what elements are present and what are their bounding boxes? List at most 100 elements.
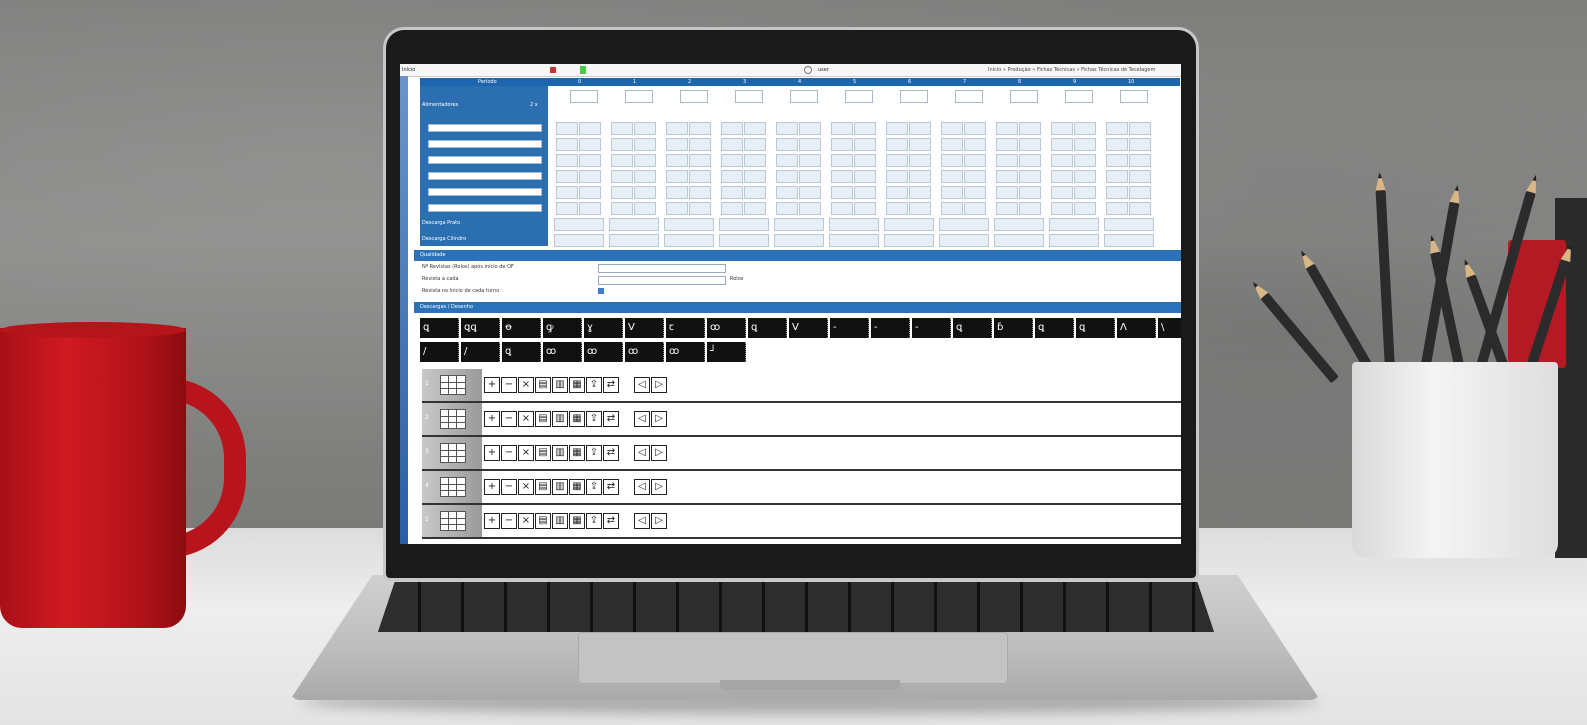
grid-cell[interactable] (689, 154, 711, 167)
row-action-button[interactable]: × (518, 377, 534, 393)
row-action-button[interactable]: ▤ (535, 411, 551, 427)
row-action-button[interactable]: ▤ (535, 377, 551, 393)
grid-cell[interactable] (996, 186, 1018, 199)
column-input[interactable] (1120, 90, 1148, 103)
pattern-symbol[interactable]: / (461, 342, 500, 362)
row-nav-button[interactable]: ◁ (634, 479, 650, 495)
column-input[interactable] (900, 90, 928, 103)
row-nav-button[interactable]: ▷ (651, 377, 667, 393)
table-icon[interactable] (440, 477, 466, 497)
grid-cell[interactable] (1019, 122, 1041, 135)
quality-input-2[interactable] (598, 276, 726, 285)
grid-cell[interactable] (721, 202, 743, 215)
row-action-button[interactable]: ▦ (569, 479, 585, 495)
app-title[interactable]: Início (402, 67, 415, 73)
row-nav-button[interactable]: ◁ (634, 513, 650, 529)
unload-cell[interactable] (1104, 218, 1154, 231)
grid-cell[interactable] (941, 170, 963, 183)
grid-cell[interactable] (744, 138, 766, 151)
unload-cell[interactable] (554, 218, 604, 231)
grid-cell[interactable] (799, 122, 821, 135)
pattern-symbol[interactable]: V (789, 318, 828, 338)
column-input[interactable] (625, 90, 653, 103)
column-input[interactable] (790, 90, 818, 103)
unload-cell[interactable] (1049, 234, 1099, 247)
grid-cell[interactable] (831, 186, 853, 199)
row-action-button[interactable]: ▥ (552, 513, 568, 529)
row-nav-button[interactable]: ▷ (651, 411, 667, 427)
user-name[interactable]: user (818, 67, 829, 73)
grid-cell[interactable] (1019, 154, 1041, 167)
row-action-button[interactable]: + (484, 377, 500, 393)
grid-cell[interactable] (579, 170, 601, 183)
table-icon[interactable] (440, 511, 466, 531)
pattern-symbol[interactable]: ꝗ (1076, 318, 1115, 338)
grid-cell[interactable] (666, 154, 688, 167)
grid-cell[interactable] (909, 170, 931, 183)
grid-cell[interactable] (996, 170, 1018, 183)
grid-cell[interactable] (579, 138, 601, 151)
grid-cell[interactable] (831, 154, 853, 167)
pattern-symbol[interactable]: ɓ (994, 318, 1033, 338)
row-action-button[interactable]: ▥ (552, 377, 568, 393)
grid-cell[interactable] (776, 122, 798, 135)
grid-cell[interactable] (1074, 170, 1096, 183)
grid-cell[interactable] (854, 154, 876, 167)
grid-cell[interactable] (909, 154, 931, 167)
grid-cell[interactable] (579, 122, 601, 135)
pattern-symbol[interactable]: \ (1158, 318, 1181, 338)
row-action-button[interactable]: ▤ (535, 479, 551, 495)
grid-cell[interactable] (689, 122, 711, 135)
unload-cell[interactable] (554, 234, 604, 247)
grid-cell[interactable] (964, 170, 986, 183)
row-action-button[interactable]: ▦ (569, 377, 585, 393)
row-action-button[interactable]: ▥ (552, 445, 568, 461)
grid-cell[interactable] (1074, 202, 1096, 215)
grid-cell[interactable] (1074, 186, 1096, 199)
quality-checkbox[interactable] (598, 288, 604, 294)
row-action-button[interactable]: + (484, 479, 500, 495)
grid-cell[interactable] (721, 138, 743, 151)
grid-cell[interactable] (634, 202, 656, 215)
unload-cell[interactable] (884, 218, 934, 231)
grid-cell[interactable] (689, 138, 711, 151)
row-nav-button[interactable]: ▷ (651, 513, 667, 529)
grid-cell[interactable] (941, 202, 963, 215)
row-action-button[interactable]: ▤ (535, 445, 551, 461)
pattern-symbol[interactable]: ꞇ (666, 318, 705, 338)
grid-cell[interactable] (634, 154, 656, 167)
row-action-button[interactable]: ▥ (552, 479, 568, 495)
table-icon[interactable] (440, 443, 466, 463)
row-action-button[interactable]: ⇪ (586, 377, 602, 393)
row-action-button[interactable]: ⇄ (603, 479, 619, 495)
row-action-button[interactable]: + (484, 513, 500, 529)
row-nav-button[interactable]: ◁ (634, 377, 650, 393)
grid-cell[interactable] (854, 122, 876, 135)
pattern-symbol[interactable]: ꝗ (1035, 318, 1074, 338)
unload-cell[interactable] (829, 234, 879, 247)
row-action-button[interactable]: ⇄ (603, 377, 619, 393)
grid-cell[interactable] (1106, 138, 1128, 151)
grid-cell[interactable] (1129, 202, 1151, 215)
pattern-symbol[interactable]: V (625, 318, 664, 338)
grid-cell[interactable] (1051, 138, 1073, 151)
grid-cell[interactable] (721, 186, 743, 199)
grid-cell[interactable] (854, 186, 876, 199)
grid-cell[interactable] (854, 138, 876, 151)
row-action-button[interactable]: ▦ (569, 513, 585, 529)
pattern-symbol[interactable]: ɣ (584, 318, 623, 338)
pattern-symbol[interactable]: ꝗ (420, 318, 459, 338)
grid-cell[interactable] (799, 170, 821, 183)
unload-cell[interactable] (609, 218, 659, 231)
unload-cell[interactable] (664, 234, 714, 247)
grid-cell[interactable] (1051, 202, 1073, 215)
grid-cell[interactable] (799, 202, 821, 215)
row-action-button[interactable]: × (518, 445, 534, 461)
grid-cell[interactable] (666, 138, 688, 151)
feeder-input[interactable] (428, 188, 542, 196)
column-input[interactable] (955, 90, 983, 103)
grid-cell[interactable] (611, 154, 633, 167)
column-input[interactable] (680, 90, 708, 103)
grid-cell[interactable] (854, 202, 876, 215)
grid-cell[interactable] (556, 138, 578, 151)
